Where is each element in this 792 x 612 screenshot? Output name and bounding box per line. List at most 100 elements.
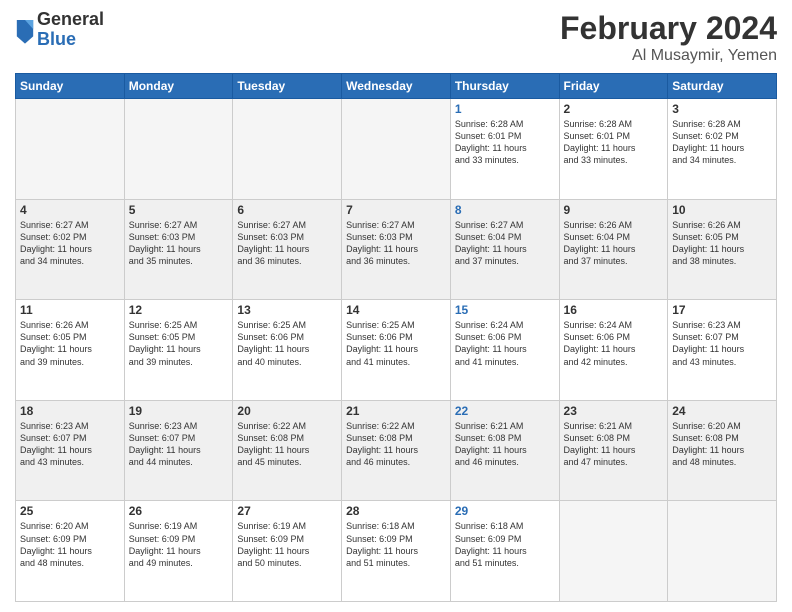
logo: General Blue xyxy=(15,10,104,50)
day-number: 24 xyxy=(672,404,772,418)
day-number: 9 xyxy=(564,203,664,217)
calendar-cell: 24Sunrise: 6:20 AMSunset: 6:08 PMDayligh… xyxy=(668,400,777,501)
calendar-cell: 6 Sunrise: 6:27 AMSunset: 6:03 PMDaylight… xyxy=(233,199,342,300)
calendar-week-4: 18Sunrise: 6:23 AMSunset: 6:07 PMDayligh… xyxy=(16,400,777,501)
day-number: 8 xyxy=(455,203,555,217)
weekday-header-thursday: Thursday xyxy=(450,74,559,99)
calendar-cell: 11 Sunrise: 6:26 AMSunset: 6:05 PMDayligh… xyxy=(16,300,125,401)
day-number: 15 xyxy=(455,303,555,317)
day-info: Sunrise: 6:24 AMSunset: 6:06 PMDaylight:… xyxy=(455,319,555,368)
day-number: 19 xyxy=(129,404,229,418)
day-info: Sunrise: 6:23 AMSunset: 6:07 PMDaylight:… xyxy=(129,420,229,469)
day-number: 28 xyxy=(346,504,446,518)
calendar-cell: 3 Sunrise: 6:28 AMSunset: 6:02 PMDaylight… xyxy=(668,99,777,200)
calendar-cell xyxy=(124,99,233,200)
day-info: Sunrise: 6:27 AMSunset: 6:03 PMDaylight:… xyxy=(129,219,229,268)
day-info: Sunrise: 6:23 AMSunset: 6:07 PMDaylight:… xyxy=(20,420,120,469)
day-number: 1 xyxy=(455,102,555,116)
logo-blue: Blue xyxy=(37,30,104,50)
day-info: Sunrise: 6:27 AMSunset: 6:03 PMDaylight:… xyxy=(346,219,446,268)
day-number: 16 xyxy=(564,303,664,317)
day-number: 27 xyxy=(237,504,337,518)
day-info: Sunrise: 6:25 AMSunset: 6:06 PMDaylight:… xyxy=(346,319,446,368)
header: General Blue February 2024 Al Musaymir, … xyxy=(15,10,777,65)
day-number: 11 xyxy=(20,303,120,317)
logo-icon xyxy=(15,16,35,44)
logo-general: General xyxy=(37,10,104,30)
day-number: 20 xyxy=(237,404,337,418)
day-number: 21 xyxy=(346,404,446,418)
day-info: Sunrise: 6:28 AMSunset: 6:01 PMDaylight:… xyxy=(455,118,555,167)
calendar-cell: 21 Sunrise: 6:22 AMSunset: 6:08 PMDayligh… xyxy=(342,400,451,501)
day-number: 14 xyxy=(346,303,446,317)
day-info: Sunrise: 6:28 AMSunset: 6:02 PMDaylight:… xyxy=(672,118,772,167)
calendar-cell: 19 Sunrise: 6:23 AMSunset: 6:07 PMDayligh… xyxy=(124,400,233,501)
calendar-cell: 10 Sunrise: 6:26 AMSunset: 6:05 PMDayligh… xyxy=(668,199,777,300)
weekday-header-sunday: Sunday xyxy=(16,74,125,99)
day-info: Sunrise: 6:24 AMSunset: 6:06 PMDaylight:… xyxy=(564,319,664,368)
day-info: Sunrise: 6:25 AMSunset: 6:06 PMDaylight:… xyxy=(237,319,337,368)
weekday-header-monday: Monday xyxy=(124,74,233,99)
calendar-cell: 23Sunrise: 6:21 AMSunset: 6:08 PMDayligh… xyxy=(559,400,668,501)
day-number: 2 xyxy=(564,102,664,116)
page: General Blue February 2024 Al Musaymir, … xyxy=(0,0,792,612)
title-block: February 2024 Al Musaymir, Yemen xyxy=(560,10,777,65)
calendar-cell xyxy=(559,501,668,602)
calendar-body: 1 Sunrise: 6:28 AMSunset: 6:01 PMDaylight… xyxy=(16,99,777,602)
calendar-cell: 2 Sunrise: 6:28 AMSunset: 6:01 PMDaylight… xyxy=(559,99,668,200)
weekday-header-saturday: Saturday xyxy=(668,74,777,99)
day-info: Sunrise: 6:26 AMSunset: 6:05 PMDaylight:… xyxy=(672,219,772,268)
weekday-header-friday: Friday xyxy=(559,74,668,99)
calendar-cell: 17 Sunrise: 6:23 AMSunset: 6:07 PMDayligh… xyxy=(668,300,777,401)
day-info: Sunrise: 6:18 AMSunset: 6:09 PMDaylight:… xyxy=(346,520,446,569)
day-info: Sunrise: 6:22 AMSunset: 6:08 PMDaylight:… xyxy=(237,420,337,469)
logo-text: General Blue xyxy=(37,10,104,50)
day-number: 10 xyxy=(672,203,772,217)
day-number: 4 xyxy=(20,203,120,217)
day-number: 25 xyxy=(20,504,120,518)
day-number: 23 xyxy=(564,404,664,418)
calendar-cell: 22Sunrise: 6:21 AMSunset: 6:08 PMDayligh… xyxy=(450,400,559,501)
day-info: Sunrise: 6:19 AMSunset: 6:09 PMDaylight:… xyxy=(129,520,229,569)
calendar-week-5: 25 Sunrise: 6:20 AMSunset: 6:09 PMDayligh… xyxy=(16,501,777,602)
calendar-cell: 9Sunrise: 6:26 AMSunset: 6:04 PMDaylight… xyxy=(559,199,668,300)
day-number: 17 xyxy=(672,303,772,317)
day-info: Sunrise: 6:23 AMSunset: 6:07 PMDaylight:… xyxy=(672,319,772,368)
calendar-cell: 7 Sunrise: 6:27 AMSunset: 6:03 PMDaylight… xyxy=(342,199,451,300)
day-number: 6 xyxy=(237,203,337,217)
calendar-cell: 16 Sunrise: 6:24 AMSunset: 6:06 PMDayligh… xyxy=(559,300,668,401)
calendar-cell: 1 Sunrise: 6:28 AMSunset: 6:01 PMDaylight… xyxy=(450,99,559,200)
calendar-cell: 26 Sunrise: 6:19 AMSunset: 6:09 PMDayligh… xyxy=(124,501,233,602)
calendar-cell xyxy=(233,99,342,200)
day-number: 26 xyxy=(129,504,229,518)
calendar-cell: 12Sunrise: 6:25 AMSunset: 6:05 PMDayligh… xyxy=(124,300,233,401)
weekday-header-wednesday: Wednesday xyxy=(342,74,451,99)
calendar-cell: 18Sunrise: 6:23 AMSunset: 6:07 PMDayligh… xyxy=(16,400,125,501)
calendar-cell xyxy=(668,501,777,602)
location: Al Musaymir, Yemen xyxy=(560,47,777,65)
day-number: 7 xyxy=(346,203,446,217)
day-info: Sunrise: 6:20 AMSunset: 6:09 PMDaylight:… xyxy=(20,520,120,569)
calendar-cell: 15 Sunrise: 6:24 AMSunset: 6:06 PMDayligh… xyxy=(450,300,559,401)
day-info: Sunrise: 6:28 AMSunset: 6:01 PMDaylight:… xyxy=(564,118,664,167)
calendar-cell: 13 Sunrise: 6:25 AMSunset: 6:06 PMDayligh… xyxy=(233,300,342,401)
day-info: Sunrise: 6:27 AMSunset: 6:04 PMDaylight:… xyxy=(455,219,555,268)
calendar-week-1: 1 Sunrise: 6:28 AMSunset: 6:01 PMDaylight… xyxy=(16,99,777,200)
day-info: Sunrise: 6:27 AMSunset: 6:03 PMDaylight:… xyxy=(237,219,337,268)
day-number: 3 xyxy=(672,102,772,116)
day-number: 13 xyxy=(237,303,337,317)
month-title: February 2024 xyxy=(560,10,777,47)
calendar-cell: 20 Sunrise: 6:22 AMSunset: 6:08 PMDayligh… xyxy=(233,400,342,501)
calendar-cell: 8 Sunrise: 6:27 AMSunset: 6:04 PMDaylight… xyxy=(450,199,559,300)
day-info: Sunrise: 6:26 AMSunset: 6:05 PMDaylight:… xyxy=(20,319,120,368)
calendar-week-3: 11 Sunrise: 6:26 AMSunset: 6:05 PMDayligh… xyxy=(16,300,777,401)
calendar-cell xyxy=(16,99,125,200)
calendar-cell: 14 Sunrise: 6:25 AMSunset: 6:06 PMDayligh… xyxy=(342,300,451,401)
calendar-cell: 27Sunrise: 6:19 AMSunset: 6:09 PMDayligh… xyxy=(233,501,342,602)
day-number: 29 xyxy=(455,504,555,518)
calendar-header-row: SundayMondayTuesdayWednesdayThursdayFrid… xyxy=(16,74,777,99)
calendar-cell: 29Sunrise: 6:18 AMSunset: 6:09 PMDayligh… xyxy=(450,501,559,602)
calendar-cell xyxy=(342,99,451,200)
day-info: Sunrise: 6:22 AMSunset: 6:08 PMDaylight:… xyxy=(346,420,446,469)
day-info: Sunrise: 6:21 AMSunset: 6:08 PMDaylight:… xyxy=(455,420,555,469)
